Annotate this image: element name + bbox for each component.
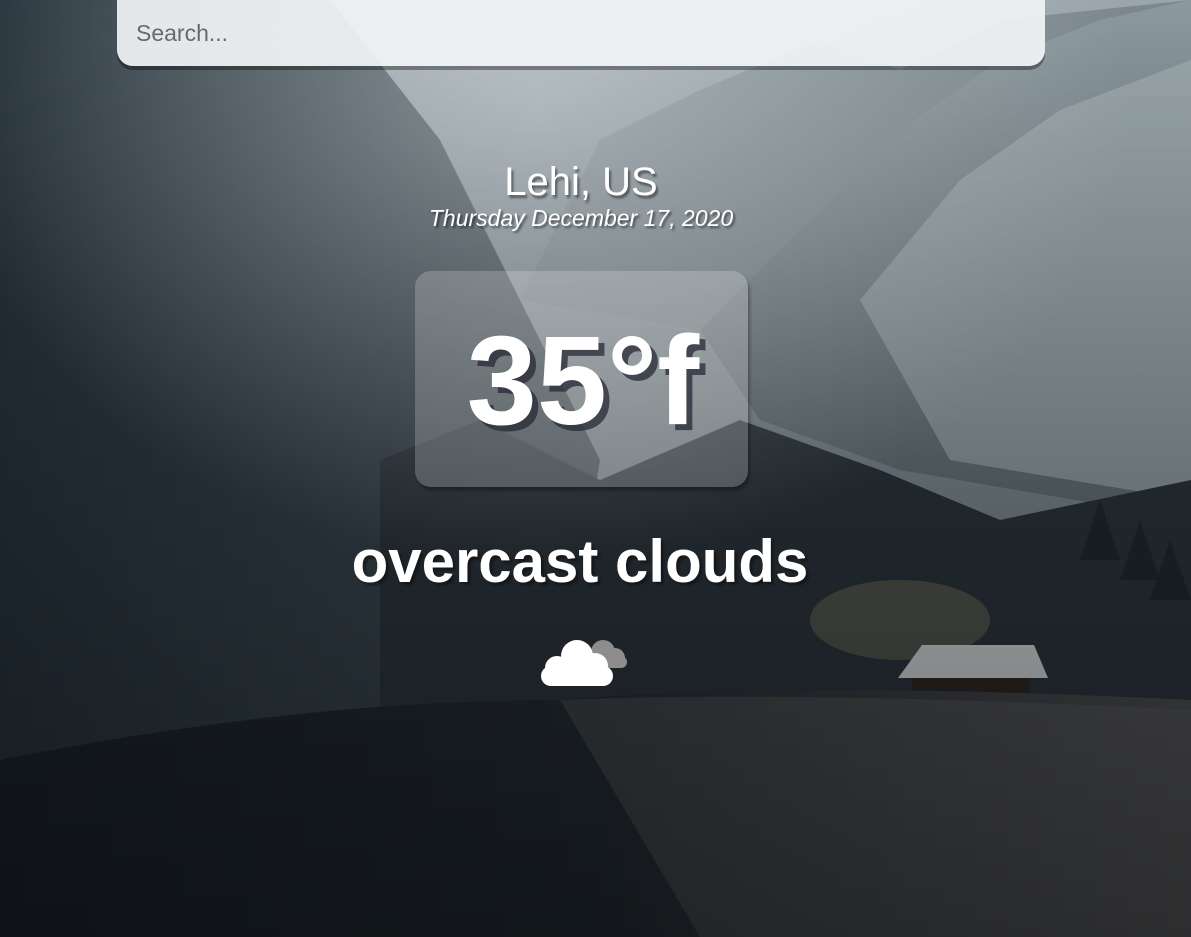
weather-app: Lehi, US Thursday December 17, 2020 35°f… — [0, 0, 1191, 937]
weather-description: overcast clouds — [351, 528, 809, 595]
temperature-value: 35°f — [466, 310, 700, 451]
overcast-cloud-icon — [541, 640, 627, 686]
date-label: Thursday December 17, 2020 — [428, 205, 734, 231]
search-input[interactable] — [117, 0, 1045, 66]
location-label: Lehi, US — [504, 160, 658, 204]
